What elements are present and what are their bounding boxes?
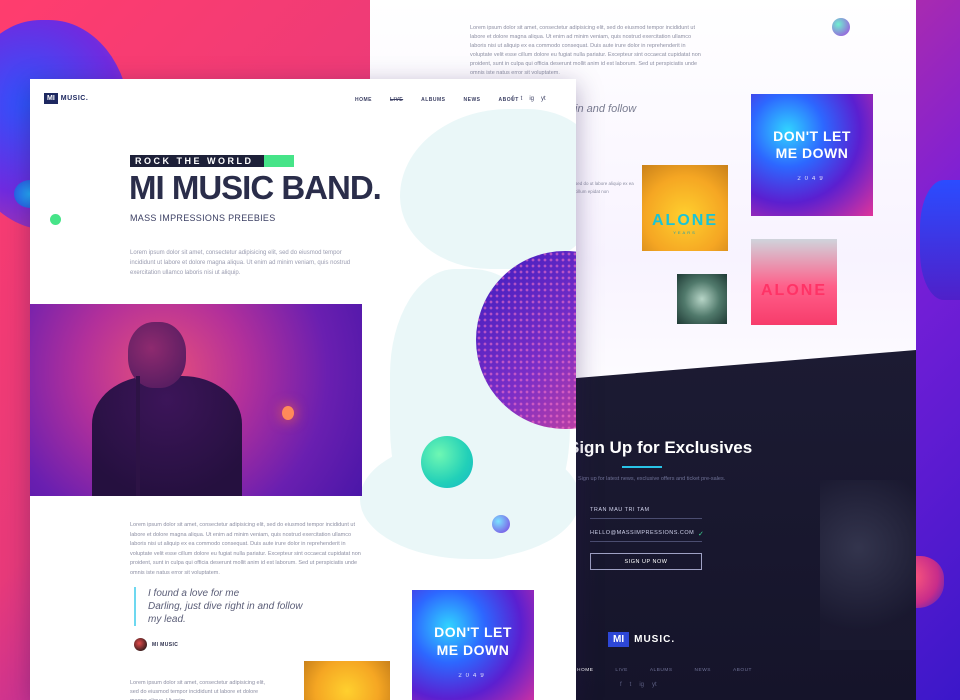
- back-side-lorem: sed do ut labore aliquip ex ea cillum ep…: [575, 181, 634, 194]
- youtube-icon[interactable]: yt: [541, 96, 546, 102]
- header-social: f t ig yt: [512, 96, 546, 102]
- flow-blob-top: [400, 109, 576, 269]
- twitter-icon[interactable]: t: [630, 682, 632, 688]
- twitter-icon[interactable]: t: [521, 96, 523, 102]
- signup-divider: [622, 466, 662, 468]
- lyrics-quote: I found a love for me Darling, just dive…: [134, 587, 303, 626]
- signup-title: Sign Up for Exclusives: [568, 438, 753, 457]
- name-field[interactable]: TRAN MAU TRI TAM: [590, 507, 702, 519]
- hero-subtitle: MASS IMPRESSIONS PREEBIES: [130, 213, 276, 223]
- footer-nav-albums[interactable]: ALBUMS: [650, 668, 673, 673]
- album-dont-let-me-down-large[interactable]: DON'T LET ME DOWN 2049: [751, 94, 873, 216]
- album-dont-let-me-down[interactable]: DON'T LET ME DOWN 2049: [412, 590, 534, 700]
- stage-light: [282, 406, 294, 420]
- footer-nav-live[interactable]: LIVE: [615, 668, 627, 673]
- footer-logo-box: MI: [608, 632, 630, 647]
- nav-live[interactable]: LIVE: [390, 97, 403, 103]
- footer-nav-about[interactable]: ABOUT: [733, 668, 752, 673]
- footer-nav: HOME LIVE ALBUMS NEWS ABOUT: [577, 668, 752, 673]
- hero-description: Lorem ipsum dolor sit amet, consectetur …: [130, 250, 351, 276]
- kicker-accent: [263, 155, 294, 167]
- album-alone-yellow[interactable]: ALONE YEARS: [642, 165, 728, 251]
- album-alone-pink[interactable]: ALONE: [751, 239, 837, 325]
- facebook-icon[interactable]: f: [512, 96, 514, 102]
- speaker-disc-graphic: [476, 251, 576, 429]
- quote-line-3: my lead.: [148, 614, 186, 625]
- front-page: MI MUSIC. HOME LIVE ALBUMS NEWS ABOUT f …: [30, 79, 576, 700]
- body-lorem-text: Lorem ipsum dolor sit amet, consectetur …: [130, 522, 361, 576]
- hero-kicker: ROCK THE WORLD: [130, 155, 294, 167]
- avatar: [134, 638, 147, 651]
- album-year: 2049: [458, 673, 488, 679]
- check-icon: ✓: [698, 531, 704, 538]
- nav-albums[interactable]: ALBUMS: [421, 97, 445, 103]
- author-name: MI MUSIC: [152, 641, 179, 648]
- email-field[interactable]: HELLO@MASSIMPRESSIONS.COM: [590, 530, 702, 542]
- kicker-label: ROCK THE WORLD: [130, 155, 264, 167]
- instagram-icon[interactable]: ig: [639, 682, 644, 688]
- hero-title: MI MUSIC BAND.: [129, 169, 382, 206]
- header-nav: HOME LIVE ALBUMS NEWS ABOUT: [355, 97, 519, 103]
- facebook-icon[interactable]: f: [620, 682, 622, 688]
- album-title: ALONE: [761, 282, 827, 299]
- quote-line-2: Darling, just dive right in and follow: [148, 601, 303, 612]
- quote-author: MI MUSIC: [134, 638, 178, 651]
- header-logo-word: MUSIC.: [60, 95, 89, 102]
- album-alone-thumb[interactable]: [304, 661, 390, 700]
- back-quote-fragment: in and follow: [575, 103, 637, 115]
- back-page-bubble: [832, 18, 850, 36]
- album-subtitle: YEARS: [673, 229, 697, 235]
- quote-line-1: I found a love for me: [148, 588, 240, 599]
- footer-social: f t ig yt: [620, 682, 657, 688]
- album-title: DON'T LET ME DOWN: [773, 128, 851, 161]
- album-title: DON'T LET ME DOWN: [434, 624, 512, 658]
- back-lorem-text: Lorem ipsum dolor sit amet, consectetur …: [470, 25, 701, 76]
- signup-button[interactable]: SIGN UP NOW: [590, 553, 702, 570]
- footer-logo-word: MUSIC.: [634, 634, 676, 645]
- album-year: 2049: [797, 176, 827, 182]
- footer-nav-home[interactable]: HOME: [577, 668, 593, 673]
- singer-body: [92, 376, 242, 496]
- concert-photo: [820, 480, 916, 650]
- youtube-icon[interactable]: yt: [652, 682, 657, 688]
- bg-blob-right-blue: [920, 180, 960, 300]
- green-dot: [50, 214, 61, 225]
- nav-home[interactable]: HOME: [355, 97, 372, 103]
- footer-logo[interactable]: MI MUSIC.: [608, 632, 675, 647]
- signup-subtitle: Sign up for latest news, exclusive offer…: [578, 476, 726, 482]
- footer-nav-news[interactable]: NEWS: [695, 668, 711, 673]
- header-logo[interactable]: MI MUSIC.: [44, 93, 88, 104]
- album-title: ALONE: [652, 211, 718, 229]
- speaker-grid: [476, 251, 576, 429]
- green-orb: [421, 436, 473, 488]
- nav-news[interactable]: NEWS: [464, 97, 481, 103]
- mic-stand: [136, 376, 140, 496]
- singer-photo: [30, 304, 362, 496]
- album-smoke-thumb[interactable]: [677, 274, 727, 324]
- header-logo-box: MI: [44, 93, 58, 104]
- footer-lorem-text: Lorem ipsum dolor sit amet, consectetur …: [130, 680, 266, 700]
- purple-bubble: [492, 515, 510, 533]
- instagram-icon[interactable]: ig: [529, 96, 534, 102]
